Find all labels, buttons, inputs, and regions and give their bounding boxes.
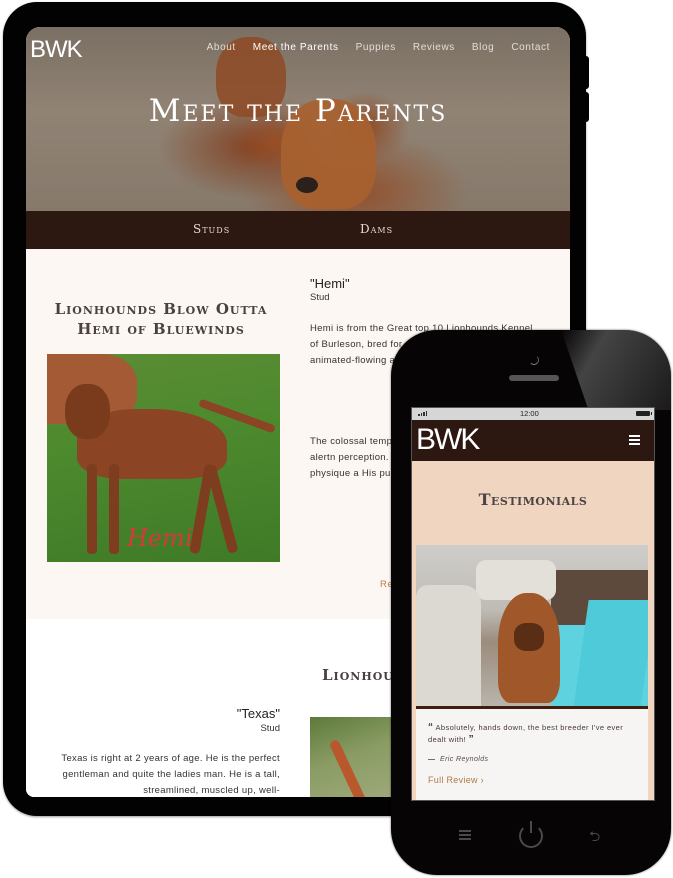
quote-text: Absolutely, hands down, the best breeder…: [428, 723, 624, 744]
author-dash: [428, 758, 435, 761]
phone-hardware-buttons: ⮌: [391, 820, 671, 850]
nav-item-about[interactable]: About: [207, 42, 236, 53]
photo-dog-leg: [205, 464, 239, 554]
nav-item-reviews[interactable]: Reviews: [413, 42, 455, 53]
tab-studs[interactable]: Studs: [193, 222, 230, 236]
parents-subnav: Studs Dams: [26, 211, 570, 249]
tab-dams[interactable]: Dams: [360, 222, 393, 236]
dog-role: Stud: [310, 292, 330, 303]
power-icon[interactable]: [519, 821, 543, 848]
phone-glare: [561, 330, 671, 410]
photo-caption: Hemi: [127, 524, 193, 552]
photo-dog-head: [65, 384, 110, 439]
testimonial-photo: [416, 545, 648, 709]
phone-device: 12:00 BWK Testimonials “ Absolutely, han…: [391, 330, 671, 875]
testimonial-quote: “ Absolutely, hands down, the best breed…: [428, 722, 640, 746]
dog-photo-hemi: Hemi: [47, 354, 280, 562]
menu-icon[interactable]: [459, 830, 471, 842]
dog-name: "Texas": [236, 706, 280, 721]
hamburger-menu-icon[interactable]: [629, 435, 640, 447]
testimonial-card: “ Absolutely, hands down, the best breed…: [416, 545, 648, 800]
hero-banner: BWK About Meet the Parents Puppies Revie…: [26, 27, 570, 211]
nav-item-contact[interactable]: Contact: [511, 42, 550, 53]
mobile-header: BWK: [412, 420, 654, 461]
site-logo[interactable]: BWK: [416, 423, 480, 457]
testimonial-author: Eric Reynolds: [428, 756, 488, 763]
nav-item-puppies[interactable]: Puppies: [356, 42, 396, 53]
dog-name: "Hemi": [310, 276, 350, 291]
signal-icon: [418, 411, 427, 416]
camera-icon: [529, 355, 539, 365]
dog-role: Stud: [260, 723, 280, 734]
tablet-side-button: [583, 56, 589, 89]
section-title: Testimonials: [478, 490, 588, 509]
photo-dog-leg: [109, 464, 119, 554]
hero-dog-nose: [296, 177, 318, 193]
photo-dog-tail: [328, 738, 372, 797]
status-bar: 12:00: [412, 408, 654, 420]
page-title: Meet the Parents: [148, 93, 448, 129]
main-nav: About Meet the Parents Puppies Reviews B…: [207, 42, 550, 53]
full-review-link[interactable]: Full Review ›: [428, 775, 484, 785]
open-quote-icon: “: [428, 722, 434, 733]
photo-ottoman: [476, 560, 556, 600]
status-time: 12:00: [520, 409, 539, 418]
battery-icon: [636, 411, 652, 416]
photo-puppy-face: [514, 623, 544, 651]
dog-description: Texas is right at 2 years of age. He is …: [61, 753, 280, 796]
tablet-side-button: [583, 92, 589, 122]
author-name: Eric Reynolds: [440, 756, 489, 763]
photo-dog-leg: [87, 464, 97, 554]
back-icon[interactable]: ⮌: [589, 826, 600, 850]
close-quote-icon: ”: [468, 734, 475, 745]
site-logo[interactable]: BWK: [30, 36, 83, 64]
speaker-grille: [509, 375, 559, 381]
phone-screen: 12:00 BWK Testimonials “ Absolutely, han…: [411, 407, 655, 801]
dog-title: Lionhounds Blow Outta Hemi of Bluewinds: [54, 300, 268, 338]
nav-item-blog[interactable]: Blog: [472, 42, 494, 53]
photo-couch: [416, 585, 481, 706]
nav-item-meet-the-parents[interactable]: Meet the Parents: [253, 42, 339, 53]
